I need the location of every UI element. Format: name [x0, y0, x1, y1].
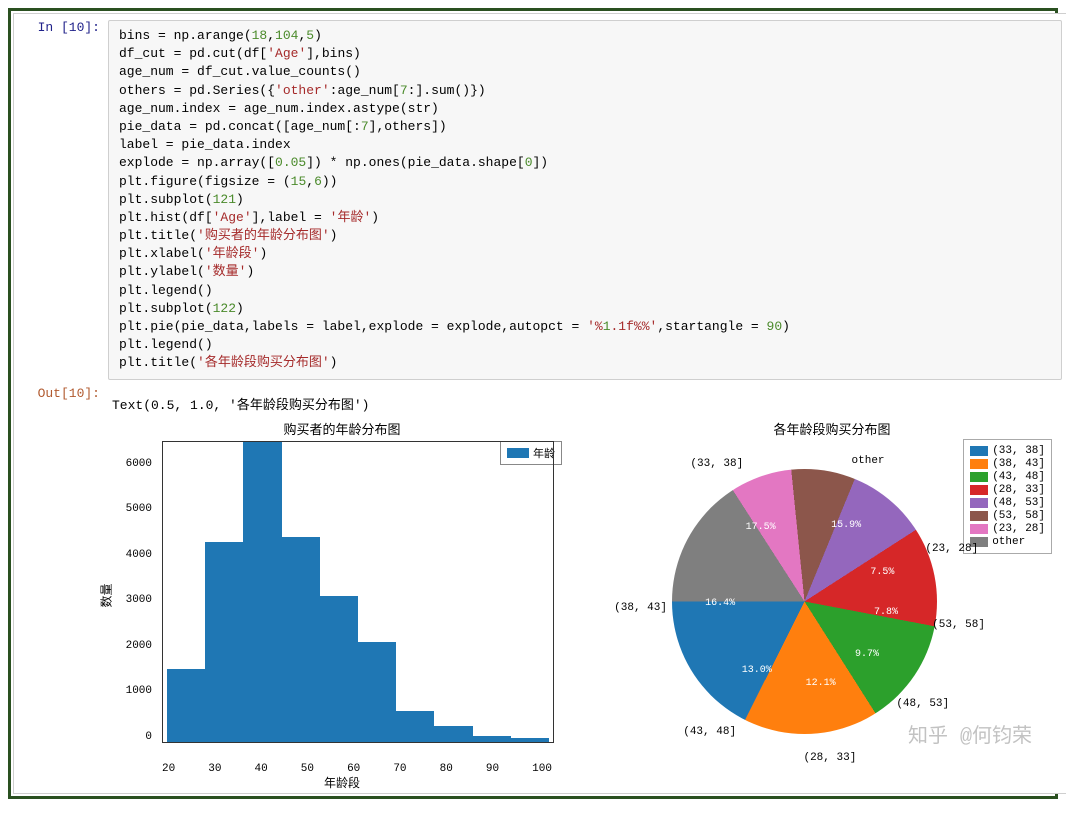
legend-swatch: [970, 524, 988, 534]
hist-ylabel: 数量: [98, 583, 115, 607]
pie-chart: 各年龄段购买分布图 (33, 38](38, 43](43, 48](28, 3…: [612, 419, 1052, 779]
legend-swatch: [970, 459, 988, 469]
pie-pct-label: 7.8%: [874, 607, 898, 618]
hist-bar: [473, 736, 511, 741]
pie-legend-item: (38, 43]: [970, 458, 1045, 470]
legend-text: (43, 48]: [992, 471, 1045, 483]
figure-row: 购买者的年龄分布图 年龄 0100020003000400050006000 2…: [112, 419, 1058, 779]
hist-bar: [434, 726, 472, 741]
notebook-cell: In [10]: bins = np.arange(18,104,5) df_c…: [13, 13, 1066, 794]
hist-plot-area: [162, 441, 554, 743]
pie-slice-label: (53, 58]: [932, 619, 985, 631]
pie-slice-label: (43, 48]: [683, 726, 736, 738]
histogram-chart: 购买者的年龄分布图 年龄 0100020003000400050006000 2…: [112, 419, 572, 779]
page-frame: In [10]: bins = np.arange(18,104,5) df_c…: [8, 8, 1058, 799]
legend-swatch: [970, 485, 988, 495]
hist-bar: [167, 669, 205, 742]
legend-text: (53, 58]: [992, 510, 1045, 522]
pie-pct-label: 13.0%: [742, 665, 772, 676]
hist-bar: [320, 596, 358, 741]
out-prompt: Out[10]:: [22, 386, 108, 401]
hist-bar: [243, 442, 281, 742]
in-prompt: In [10]:: [22, 20, 108, 35]
legend-text: other: [992, 536, 1025, 548]
legend-swatch: [970, 511, 988, 521]
pie-slice-label: other: [852, 455, 885, 467]
legend-text: (33, 38]: [992, 445, 1045, 457]
pie-legend-item: (53, 58]: [970, 510, 1045, 522]
output-area: Text(0.5, 1.0, '各年龄段购买分布图') 购买者的年龄分布图 年龄…: [108, 386, 1062, 787]
hist-bar: [282, 537, 320, 742]
hist-bar: [205, 542, 243, 742]
pie-pct-label: 16.4%: [705, 598, 735, 609]
hist-bar: [511, 738, 549, 742]
hist-bar: [396, 711, 434, 742]
hist-title: 购买者的年龄分布图: [112, 419, 572, 438]
legend-swatch: [970, 446, 988, 456]
legend-text: (28, 33]: [992, 484, 1045, 496]
pie-title: 各年龄段购买分布图: [612, 419, 1052, 438]
pie-slice-label: (23, 28]: [925, 543, 978, 555]
pie-pct-label: 7.5%: [870, 567, 894, 578]
pie-pct-label: 12.1%: [806, 678, 836, 689]
pie-legend-item: (23, 28]: [970, 523, 1045, 535]
pie-legend-item: other: [970, 536, 1045, 548]
legend-swatch: [970, 498, 988, 508]
pie-legend: (33, 38](38, 43](43, 48](28, 33](48, 53]…: [963, 439, 1052, 554]
pie-slice-label: (48, 53]: [896, 698, 949, 710]
pie-legend-item: (28, 33]: [970, 484, 1045, 496]
watermark-text: 知乎 @何钧荣: [908, 719, 1032, 749]
legend-text: (38, 43]: [992, 458, 1045, 470]
hist-bar: [358, 642, 396, 742]
legend-swatch: [970, 472, 988, 482]
pie-pct-label: 15.9%: [831, 520, 861, 531]
pie-slice-label: (28, 33]: [803, 752, 856, 764]
pie-slice-label: (33, 38]: [690, 458, 743, 470]
pie-legend-item: (48, 53]: [970, 497, 1045, 509]
pie-legend-item: (33, 38]: [970, 445, 1045, 457]
pie-legend-item: (43, 48]: [970, 471, 1045, 483]
pie-slice-label: (38, 43]: [614, 602, 667, 614]
hist-xlabel: 年龄段: [112, 774, 572, 791]
legend-text: (48, 53]: [992, 497, 1045, 509]
pie-pct-label: 9.7%: [855, 649, 879, 660]
code-input[interactable]: bins = np.arange(18,104,5) df_cut = pd.c…: [108, 20, 1062, 380]
pie-pct-label: 17.5%: [746, 522, 776, 533]
output-text: Text(0.5, 1.0, '各年龄段购买分布图'): [112, 394, 1058, 413]
legend-text: (23, 28]: [992, 523, 1045, 535]
